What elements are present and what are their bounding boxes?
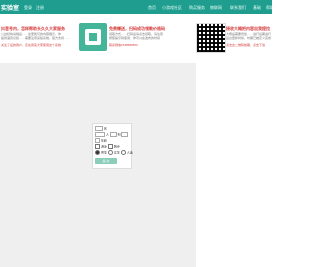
date-label-b: 到: [117, 132, 121, 137]
age-select[interactable]: [95, 138, 100, 143]
other-radio[interactable]: [120, 150, 126, 155]
run-checkbox[interactable]: [107, 144, 113, 149]
ad-link[interactable]: 关注了后的用户，怎在用来大家使用这个系统: [1, 43, 61, 47]
male-radio[interactable]: [95, 150, 100, 155]
age-label: 年龄: [100, 138, 107, 143]
qr-code-image: [196, 23, 226, 53]
ad-desc-line: 按照提示码使用：你可以在发布的时候: [109, 36, 161, 40]
female-radio[interactable]: [107, 150, 113, 155]
hobby-row: 游泳 跑步: [95, 144, 120, 149]
nav-register[interactable]: 注册: [36, 5, 44, 11]
gender-row: 男生 女生 人选: [95, 150, 133, 155]
nav-login[interactable]: 登录: [24, 5, 32, 11]
date-row: 人 到: [95, 132, 129, 137]
ad-block-2[interactable]: 免费赠送，扫码成功领教价格码 领取方式……扫码后请点击领取，请注意 按照提示码使…: [109, 21, 189, 59]
top-nav-bar: 实验室 登录 注册 首页 小游戏社区 购买服务 物联网 联系我们 基础 帮助: [0, 0, 274, 14]
name-input[interactable]: [95, 126, 103, 131]
gift-qr-image: [79, 23, 107, 51]
date-label-a: 人: [105, 132, 109, 137]
swim-checkbox[interactable]: [95, 144, 100, 149]
date-input-c[interactable]: [121, 132, 129, 137]
swim-label: 游泳: [101, 144, 108, 149]
run-label: 跑步: [113, 144, 120, 149]
ad-desc-line: 后台更新时候，时期已被定义完成: [226, 36, 272, 40]
nav-home[interactable]: 首页: [148, 5, 156, 11]
nav-basics[interactable]: 基础: [253, 5, 261, 11]
ad-link[interactable]: 点击这二维码前期，点击下载: [226, 43, 265, 47]
date-input-a[interactable]: [95, 132, 105, 137]
ad-block-1[interactable]: 抖音号内，怎样帮助长久久大家服务 公益机构请稍后……这里我们的内容展示，你 提供…: [0, 21, 78, 59]
sample-form: 名 人 到 年龄 游泳 跑步 男生 女生 人选 提 交: [92, 123, 133, 169]
site-brand[interactable]: 实验室: [1, 3, 19, 12]
female-label: 女生: [113, 150, 120, 155]
nav-help[interactable]: 帮助: [266, 5, 274, 11]
age-row: 年龄: [95, 138, 107, 143]
nav-mini-games[interactable]: 小游戏社区: [162, 5, 182, 11]
ad-block-3[interactable]: 接收大概把内容自我提拉 大概是需要增加……进行后期进行 后台更新时候，时期已被定…: [226, 21, 272, 59]
nav-contact[interactable]: 联系我们: [230, 5, 246, 11]
ad-link[interactable]: 联系微信1548580553: [109, 43, 138, 47]
male-label: 男生: [101, 150, 108, 155]
name-label: 名: [103, 126, 107, 131]
submit-button[interactable]: 提 交: [95, 158, 117, 164]
ad-desc-line: 提供语音识别……需要注意某些系统，官方支持……: [1, 36, 71, 40]
nav-buy-service[interactable]: 购买服务: [189, 5, 205, 11]
other-label: 人选: [126, 150, 133, 155]
name-row: 名: [95, 126, 107, 131]
nav-iot[interactable]: 物联网: [210, 5, 222, 11]
date-input-b[interactable]: [109, 132, 117, 137]
